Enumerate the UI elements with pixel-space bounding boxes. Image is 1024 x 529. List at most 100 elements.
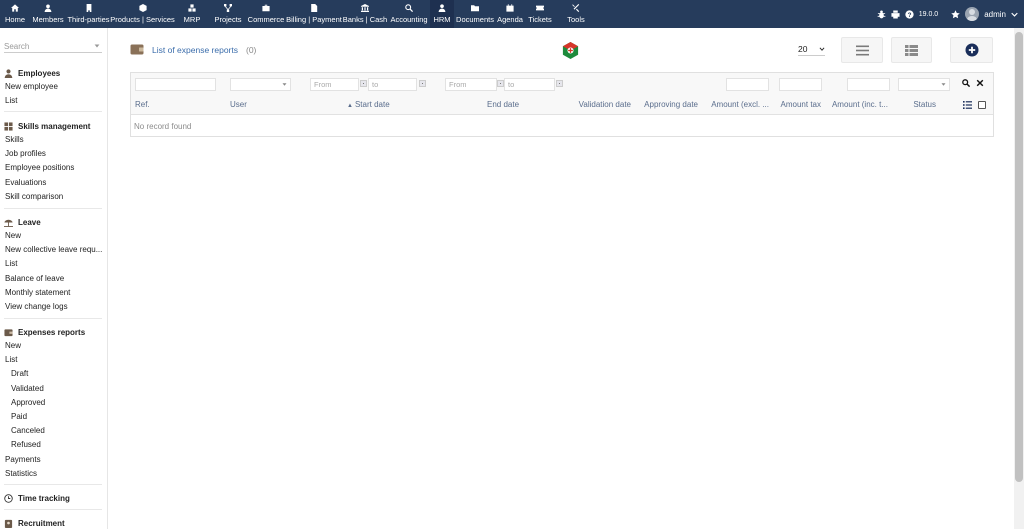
filter-end-from[interactable]: From <box>445 78 497 91</box>
sidebar-title-employees[interactable]: Employees <box>0 66 102 80</box>
column-selector-icon[interactable] <box>963 101 972 109</box>
column-header-start-date[interactable]: ▲ Start date <box>347 100 427 109</box>
menu-commerce[interactable]: Commerce <box>246 0 286 28</box>
clear-filter-icon[interactable] <box>976 79 984 87</box>
sidebar-section-employees: Employees New employee List <box>0 66 102 108</box>
filter-end-to[interactable]: to <box>504 78 555 91</box>
sidebar-title-skills[interactable]: Skills management <box>0 119 102 133</box>
column-header-ref[interactable]: Ref. <box>135 100 215 109</box>
filter-start-to[interactable]: to <box>368 78 417 91</box>
sidebar-link-validated[interactable]: Validated <box>0 382 102 396</box>
menu-products-services[interactable]: Products | Services <box>110 0 175 28</box>
user-name[interactable]: admin <box>984 10 1006 19</box>
calendar-icon[interactable] <box>556 80 563 87</box>
sidebar-link-refused[interactable]: Refused <box>0 438 102 452</box>
sidebar-link-skill-comparison[interactable]: Skill comparison <box>0 190 102 204</box>
divider <box>4 509 102 510</box>
menu-accounting[interactable]: Accounting <box>388 0 430 28</box>
sidebar-link-approved[interactable]: Approved <box>0 396 102 410</box>
sidebar-link-employee-list[interactable]: List <box>0 94 102 108</box>
column-header-validation-date[interactable]: Validation date <box>561 100 631 109</box>
page-title: List of expense reports (0) <box>130 44 256 55</box>
calendar-icon[interactable] <box>419 80 426 87</box>
sidebar-title-leave[interactable]: Leave <box>0 215 102 229</box>
menu-documents[interactable]: Documents <box>454 0 496 28</box>
sidebar-link-job-profiles[interactable]: Job profiles <box>0 147 102 161</box>
menu-agenda[interactable]: Agenda <box>496 0 524 28</box>
sidebar-link-expense-list[interactable]: List <box>0 353 102 367</box>
calendar-icon <box>506 4 514 12</box>
bookmark-star-icon[interactable] <box>951 9 960 19</box>
menu-banks-cash[interactable]: Banks | Cash <box>342 0 388 28</box>
filter-status-select[interactable] <box>898 78 950 91</box>
page-scrollbar[interactable] <box>1014 28 1024 529</box>
filter-ref-input[interactable] <box>135 78 216 91</box>
column-header-amount-tax[interactable]: Amount tax <box>771 100 821 109</box>
menu-projects[interactable]: Projects <box>210 0 246 28</box>
user-tie-icon <box>438 4 446 12</box>
menu-mrp[interactable]: MRP <box>174 0 210 28</box>
filter-amount-excl-input[interactable] <box>726 78 769 91</box>
menu-members[interactable]: Members <box>30 0 66 28</box>
filter-amount-inc-input[interactable] <box>847 78 890 91</box>
select-all-checkbox[interactable] <box>978 101 986 109</box>
calendar-icon[interactable] <box>360 80 367 87</box>
menu-third-parties[interactable]: Third-parties <box>66 0 111 28</box>
column-header-status[interactable]: Status <box>896 100 936 109</box>
sidebar-link-view-change-logs[interactable]: View change logs <box>0 300 102 314</box>
menu-tickets[interactable]: Tickets <box>524 0 556 28</box>
chevron-down-icon <box>819 46 825 52</box>
sidebar-link-canceled[interactable]: Canceled <box>0 424 102 438</box>
column-header-amount-inc[interactable]: Amount (inc. t... <box>826 100 888 109</box>
menu-tools[interactable]: Tools <box>556 0 596 28</box>
column-header-approving-date[interactable]: Approving date <box>631 100 698 109</box>
sidebar-link-skills[interactable]: Skills <box>0 133 102 147</box>
bank-icon <box>361 4 369 12</box>
version-label: 19.0.0 <box>918 10 939 18</box>
sidebar-link-paid[interactable]: Paid <box>0 410 102 424</box>
sidebar-link-statistics[interactable]: Statistics <box>0 467 102 481</box>
column-header-end-date[interactable]: End date <box>487 100 547 109</box>
scrollbar-thumb[interactable] <box>1015 32 1023 482</box>
bug-icon[interactable] <box>877 9 886 19</box>
sidebar-link-new-expense-report[interactable]: New <box>0 339 102 353</box>
menu-billing-payment[interactable]: Billing | Payment <box>286 0 342 28</box>
page-size-select[interactable]: 20 <box>798 42 825 56</box>
new-expense-report-button[interactable] <box>950 37 993 63</box>
chevron-down-icon[interactable] <box>94 43 100 49</box>
menu-hrm[interactable]: HRM <box>430 0 454 28</box>
column-header-user[interactable]: User <box>230 100 290 109</box>
calendar-icon[interactable] <box>497 80 504 87</box>
search-icon[interactable] <box>962 79 970 87</box>
empty-state-message: No record found <box>134 122 192 131</box>
user-avatar[interactable] <box>965 7 980 21</box>
sidebar-link-new-collective-leave[interactable]: New collective leave requ... <box>0 243 102 257</box>
list-view-button[interactable] <box>841 37 883 63</box>
filter-user-select[interactable] <box>230 78 291 91</box>
sidebar-title-time-tracking[interactable]: Time tracking <box>0 491 102 505</box>
sidebar-link-payments[interactable]: Payments <box>0 453 102 467</box>
sidebar-title-recruitment[interactable]: Recruitment <box>0 516 102 529</box>
sidebar-link-evaluations[interactable]: Evaluations <box>0 176 102 190</box>
kanban-view-button[interactable] <box>891 37 932 63</box>
help-icon[interactable]: ? <box>905 9 914 19</box>
print-icon[interactable] <box>891 9 900 19</box>
clock-icon <box>4 493 13 503</box>
sidebar-link-monthly-statement[interactable]: Monthly statement <box>0 286 102 300</box>
sidebar-link-new-leave[interactable]: New <box>0 229 102 243</box>
sidebar-link-draft[interactable]: Draft <box>0 367 102 381</box>
sidebar-section-time-tracking: Time tracking <box>0 491 102 505</box>
sidebar-link-employee-positions[interactable]: Employee positions <box>0 161 102 175</box>
filter-start-from[interactable]: From <box>310 78 359 91</box>
divider <box>4 111 102 112</box>
column-header-amount-excl[interactable]: Amount (excl. ... <box>703 100 769 109</box>
main-content: List of expense reports (0) 20 From to F… <box>118 28 998 529</box>
sidebar-title-expenses[interactable]: Expenses reports <box>0 325 102 339</box>
sidebar-link-leave-list[interactable]: List <box>0 257 102 271</box>
menu-home[interactable]: Home <box>0 0 30 28</box>
chevron-down-icon[interactable] <box>1011 11 1018 18</box>
sidebar-link-balance-of-leave[interactable]: Balance of leave <box>0 272 102 286</box>
search-input[interactable] <box>4 41 90 52</box>
filter-amount-tax-input[interactable] <box>779 78 822 91</box>
sidebar-link-new-employee[interactable]: New employee <box>0 80 102 94</box>
